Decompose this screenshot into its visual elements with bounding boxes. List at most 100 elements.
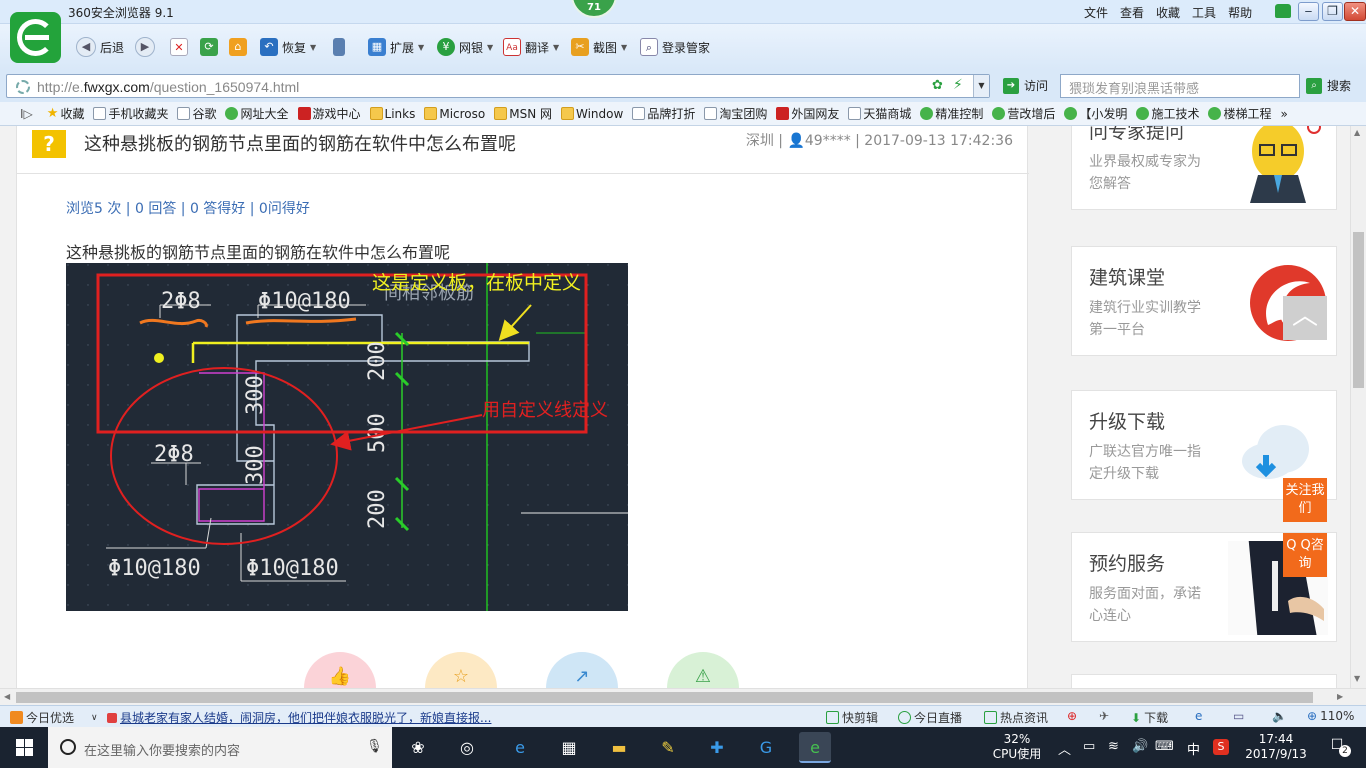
skin-shirt-icon[interactable]: [1275, 4, 1291, 18]
address-dropdown-icon[interactable]: ▼: [973, 75, 989, 97]
speaker-icon[interactable]: 🔊: [1132, 739, 1148, 754]
bookmark-item[interactable]: 施工技术: [1136, 105, 1199, 122]
menu-file[interactable]: 文件: [1084, 4, 1108, 21]
qq-consult-button[interactable]: Q Q咨询: [1283, 533, 1327, 577]
clock[interactable]: 17:44 2017/9/13: [1240, 732, 1312, 768]
bookmarks-toggle-icon[interactable]: I▷: [20, 107, 33, 121]
bank-button[interactable]: ¥ 网银 ▼: [437, 36, 493, 58]
bookmark-item[interactable]: 淘宝团购: [704, 105, 767, 122]
scroll-right-icon[interactable]: ▶: [1337, 692, 1343, 701]
favorite-button[interactable]: ☆: [425, 652, 497, 688]
stop-button[interactable]: ✕: [170, 36, 188, 58]
login-manager-button[interactable]: ⌕ 登录管家: [640, 36, 710, 58]
volume-icon[interactable]: 🔈: [1272, 709, 1287, 723]
screenshot-button[interactable]: ✂ 截图 ▼: [571, 36, 627, 58]
back-button[interactable]: ◀ 后退: [76, 36, 124, 58]
bookmark-item[interactable]: 谷歌: [177, 105, 216, 122]
horizontal-scroll-thumb[interactable]: [16, 692, 1313, 703]
360-browser-task-icon[interactable]: e: [799, 732, 831, 763]
refresh-button[interactable]: ⟳: [200, 36, 218, 58]
sogou-ime-icon[interactable]: S: [1213, 739, 1229, 755]
notification-center[interactable]: ☐ 2: [1322, 737, 1352, 768]
security-score-badge[interactable]: 71: [571, 0, 617, 18]
scroll-down-icon[interactable]: ▼: [1354, 674, 1360, 683]
live-button[interactable]: 今日直播: [898, 709, 962, 726]
search-input[interactable]: 猥琐发育别浪黑话带感: [1060, 74, 1300, 98]
bookmark-item[interactable]: MSN 网: [494, 105, 552, 122]
store-icon[interactable]: ▦: [553, 732, 585, 763]
bookmark-item[interactable]: Links: [369, 107, 415, 121]
news-ticker[interactable]: 县城老家有家人结婚，闹洞房，他们把伴娘衣服脱光了，新娘直接报...: [107, 709, 491, 726]
minimize-button[interactable]: ‒: [1298, 2, 1319, 21]
menu-help[interactable]: 帮助: [1228, 4, 1252, 21]
battery-icon[interactable]: ▭: [1083, 739, 1095, 754]
bookmark-item[interactable]: 天猫商城: [848, 105, 911, 122]
task-view-icon[interactable]: ❀: [402, 732, 434, 763]
bookmark-item[interactable]: Microso: [424, 107, 485, 121]
browser-logo-icon[interactable]: [10, 12, 61, 63]
bookmark-item[interactable]: 外国网友: [776, 105, 839, 122]
security-icon[interactable]: ✿: [932, 78, 943, 93]
bookmark-item[interactable]: 网址大全: [225, 105, 289, 122]
bookmark-item[interactable]: ★ 收藏: [47, 105, 85, 122]
start-button[interactable]: [0, 727, 48, 768]
follow-us-button[interactable]: 关注我们: [1283, 478, 1327, 522]
bookmark-item[interactable]: Window: [561, 107, 623, 121]
download-button[interactable]: ⬇ 下载: [1131, 709, 1168, 726]
vertical-scroll-thumb[interactable]: [1353, 232, 1364, 388]
today-picks[interactable]: 今日优选 ∨: [10, 709, 98, 726]
bookmark-item[interactable]: 营改增后: [992, 105, 1055, 122]
bookmark-item[interactable]: 【小发明: [1064, 105, 1127, 122]
scroll-up-icon[interactable]: ▲: [1354, 128, 1360, 137]
home-button[interactable]: ⌂: [229, 36, 247, 58]
question-stats[interactable]: 浏览5 次 | 0 回答 | 0 答得好 | 0问得好: [66, 198, 310, 218]
g-app-icon[interactable]: G: [750, 732, 782, 763]
quick-clip-button[interactable]: 快剪辑: [826, 709, 878, 726]
bookmark-item[interactable]: 品牌打折: [632, 105, 695, 122]
menu-view[interactable]: 查看: [1120, 4, 1144, 21]
scroll-left-icon[interactable]: ◀: [4, 692, 10, 701]
taskbar-search[interactable]: 在这里输入你要搜索的内容 🎙: [48, 727, 392, 768]
address-bar[interactable]: http://e.fwxgx.com/question_1650974.html…: [6, 74, 990, 98]
edge-icon[interactable]: e: [504, 732, 536, 763]
plus-app-icon[interactable]: ✚: [701, 732, 733, 763]
vertical-scrollbar[interactable]: ▲ ▼: [1350, 126, 1366, 688]
restore-button[interactable]: ↶ 恢复 ▼: [260, 36, 316, 58]
bookmark-item[interactable]: 手机收藏夹: [93, 105, 168, 122]
url-text[interactable]: http://e.fwxgx.com/question_1650974.html: [37, 79, 299, 95]
extend-button[interactable]: ▦ 扩展 ▼: [368, 36, 424, 58]
taskbar-search-input[interactable]: 在这里输入你要搜索的内容: [84, 740, 240, 759]
bookmark-item[interactable]: 楼梯工程: [1208, 105, 1271, 122]
like-button[interactable]: 👍: [304, 652, 376, 688]
window-icon[interactable]: ▭: [1233, 709, 1244, 723]
search-button[interactable]: ⌕ 搜索: [1306, 77, 1351, 94]
wifi-icon[interactable]: ≋: [1108, 739, 1119, 754]
ime-indicator[interactable]: 中: [1187, 739, 1200, 758]
notes-app-icon[interactable]: ✎: [652, 732, 684, 763]
forward-button[interactable]: ▶: [135, 36, 155, 58]
ie-icon[interactable]: e: [1195, 709, 1202, 723]
bookmark-item[interactable]: 精准控制: [920, 105, 983, 122]
file-explorer-icon[interactable]: ▬: [603, 732, 635, 763]
share-button[interactable]: ↗: [546, 652, 618, 688]
menu-favorites[interactable]: 收藏: [1156, 4, 1180, 21]
keyboard-icon[interactable]: ⌨: [1155, 739, 1174, 754]
visit-button[interactable]: ➔ 访问: [1003, 77, 1048, 94]
microphone-icon[interactable]: 🎙: [366, 739, 383, 754]
translate-button[interactable]: Aa 翻译 ▼: [503, 36, 559, 58]
horizontal-scrollbar[interactable]: ◀ ▶: [0, 688, 1366, 705]
tray-chevron-icon[interactable]: ︿: [1058, 739, 1071, 758]
menu-tools[interactable]: 工具: [1192, 4, 1216, 21]
report-button[interactable]: ⚠: [667, 652, 739, 688]
bookmark-item[interactable]: 游戏中心: [297, 105, 361, 122]
sidebar-card-expert[interactable]: 问专家提问 业界最权威专家为您解答: [1071, 126, 1337, 210]
plus-icon[interactable]: ⊕: [1067, 709, 1077, 723]
close-button[interactable]: ✕: [1344, 2, 1366, 21]
mobile-button[interactable]: [333, 36, 345, 58]
cpu-usage[interactable]: 32% CPU使用: [988, 732, 1046, 768]
sidebar-card-more[interactable]: [1071, 674, 1337, 688]
maximize-button[interactable]: ❐: [1322, 2, 1343, 21]
browser-app-icon[interactable]: ◎: [451, 732, 483, 763]
pin-icon[interactable]: ✈: [1099, 709, 1109, 723]
zoom-control[interactable]: ⊕ 110%: [1307, 709, 1354, 723]
